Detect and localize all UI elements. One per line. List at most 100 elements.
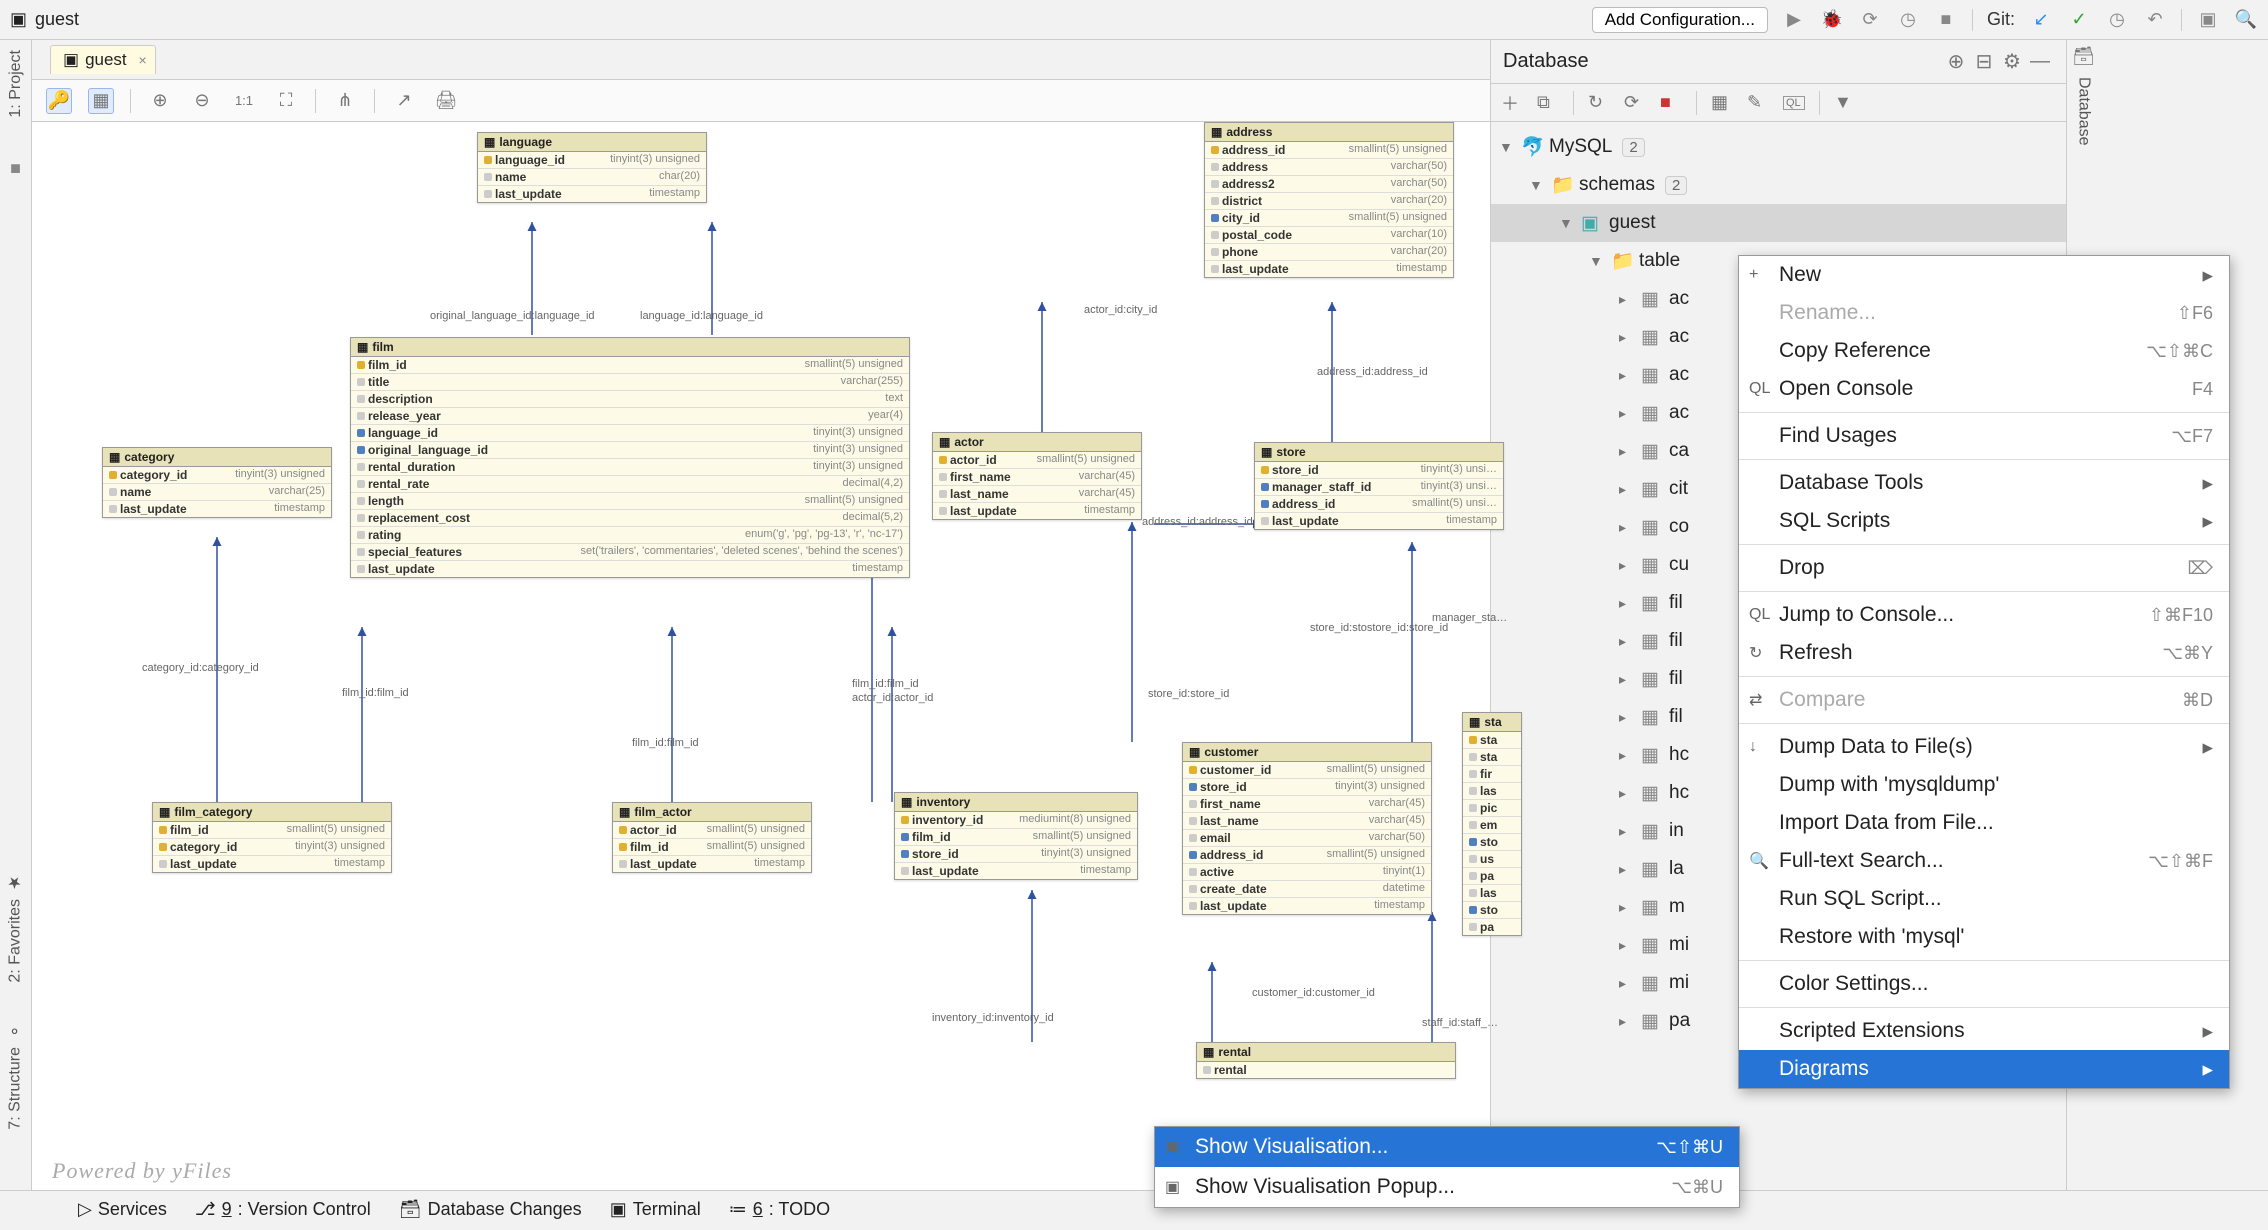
sync-icon[interactable]: ⟳ [1624,92,1646,113]
bottom--version-control[interactable]: ⎇ 9: Version Control [195,1199,371,1220]
menu-find-usages[interactable]: Find Usages⌥F7 [1739,417,2229,455]
add-configuration-button[interactable]: Add Configuration... [1592,7,1768,33]
zoom-in-icon[interactable]: ⊕ [147,88,173,114]
gear-icon[interactable]: ⚙ [1998,49,2026,74]
table-language[interactable]: ▦ languagelanguage_idtinyint(3) unsigned… [477,132,707,203]
submenu-show-visualisation-[interactable]: ▣Show Visualisation...⌥⇧⌘U [1155,1127,1739,1167]
rel-label: film_id:film_id [632,737,699,749]
zoom-actual-icon[interactable]: 1:1 [231,88,257,114]
menu-run-sql-script-[interactable]: Run SQL Script... [1739,880,2229,918]
tree-row[interactable]: ▼📁schemas2 [1491,166,2066,204]
table-inventory[interactable]: ▦ inventoryinventory_idmediumint(8) unsi… [894,792,1138,880]
menu-drop[interactable]: Drop⌦ [1739,549,2229,587]
editor-area: ▣ guest × 🔑 ▦ ⊕ ⊖ 1:1 ⛶ ⋔ ↗ 🖨 [32,40,1490,1190]
bottom-services[interactable]: ▷ Services [78,1199,167,1220]
rel-label: film_id:film_id [852,678,919,690]
menu-color-settings-[interactable]: Color Settings... [1739,965,2229,1003]
profile-icon[interactable]: ◷ [1896,8,1920,32]
table-rental[interactable]: ▦ rentalrental [1196,1042,1456,1079]
table-film_category[interactable]: ▦ film_categoryfilm_idsmallint(5) unsign… [152,802,392,873]
search-everywhere-icon[interactable]: 🔍 [2234,8,2258,32]
menu-dump-data-to-file-s-[interactable]: ↓Dump Data to File(s)▸ [1739,728,2229,766]
table-category[interactable]: ▦ categorycategory_idtinyint(3) unsigned… [102,447,332,518]
stop-icon[interactable]: ■ [1934,8,1958,32]
rel-label: original_language_id:language_id [430,310,595,322]
duplicate-icon[interactable]: ⧉ [1537,92,1559,113]
add-icon[interactable]: ＋ [1501,90,1523,116]
key-columns-icon[interactable]: 🔑 [46,88,72,114]
file-tab-guest[interactable]: ▣ guest × [50,45,156,74]
menu-full-text-search-[interactable]: 🔍Full-text Search...⌥⇧⌘F [1739,842,2229,880]
context-menu[interactable]: +New▸Rename...⇧F6Copy Reference⌥⇧⌘CQLOpe… [1738,255,2230,1089]
coverage-icon[interactable]: ⟳ [1858,8,1882,32]
rel-label: actor_id:actor_id [852,692,933,704]
commit-icon[interactable]: ✓ [2067,8,2091,32]
menu-sql-scripts[interactable]: SQL Scripts▸ [1739,502,2229,540]
table-store[interactable]: ▦ storestore_idtinyint(3) unsi…manager_s… [1254,442,1504,530]
menu-rename-: Rename...⇧F6 [1739,294,2229,332]
layout-icon[interactable]: ⋔ [332,88,358,114]
rel-label: store_id:store_id [1148,688,1229,700]
editor-toolbar: 🔑 ▦ ⊕ ⊖ 1:1 ⛶ ⋔ ↗ 🖨 [32,80,1490,122]
table-view-icon[interactable]: ▦ [1711,92,1733,113]
minimize-icon[interactable]: — [2026,50,2054,73]
history-icon[interactable]: ◷ [2105,8,2129,32]
menu-restore-with-mysql-[interactable]: Restore with 'mysql' [1739,918,2229,956]
bottom--todo[interactable]: ≔ 6: TODO [729,1199,830,1220]
table-film_actor[interactable]: ▦ film_actoractor_idsmallint(5) unsigned… [612,802,812,873]
run-icon[interactable]: ▶ [1782,8,1806,32]
update-project-icon[interactable]: ↙ [2029,8,2053,32]
debug-icon[interactable]: 🐞 [1820,8,1844,32]
rel-label: address_id:address_id [1142,516,1253,528]
menu-copy-reference[interactable]: Copy Reference⌥⇧⌘C [1739,332,2229,370]
tree-row[interactable]: ▼🐬MySQL2 [1491,128,2066,166]
zoom-out-icon[interactable]: ⊖ [189,88,215,114]
console-icon[interactable]: QL [1783,96,1805,110]
menu-jump-to-console-[interactable]: QLJump to Console...⇧⌘F10 [1739,596,2229,634]
bottom-terminal[interactable]: ▣ Terminal [610,1199,701,1220]
database-tool-label[interactable]: Database [2075,77,2093,146]
folder-icon: ■ [10,158,21,179]
diagram-icon: ▣ [10,9,27,30]
edit-icon[interactable]: ✎ [1747,92,1769,113]
database-toolwindow-icon[interactable]: 🗃 [2072,46,2095,67]
stop-icon[interactable]: ■ [1660,92,1682,113]
menu-import-data-from-file-[interactable]: Import Data from File... [1739,804,2229,842]
all-columns-icon[interactable]: ▦ [88,88,114,114]
structure-tool[interactable]: 7: Structure ⚬ [6,1022,25,1130]
table-film[interactable]: ▦ filmfilm_idsmallint(5) unsignedtitleva… [350,337,910,578]
diagrams-submenu[interactable]: ▣Show Visualisation...⌥⇧⌘U▣Show Visualis… [1154,1126,1740,1208]
fit-content-icon[interactable]: ⛶ [273,88,299,114]
rel-label: film_id:film_id [342,687,409,699]
menu-database-tools[interactable]: Database Tools▸ [1739,464,2229,502]
menu-dump-with-mysqldump-[interactable]: Dump with 'mysqldump' [1739,766,2229,804]
rel-label: customer_id:customer_id [1252,987,1375,999]
tree-row[interactable]: ▼▣guest [1491,204,2066,242]
diagram-canvas[interactable]: original_language_id:language_id languag… [32,122,1490,1190]
menu-compare: ⇄Compare⌘D [1739,681,2229,719]
rollback-icon[interactable]: ↶ [2143,8,2167,32]
project-tool[interactable]: 1: Project [7,50,25,118]
table-customer[interactable]: ▦ customercustomer_idsmallint(5) unsigne… [1182,742,1432,915]
target-icon[interactable]: ⊕ [1942,49,1970,74]
close-icon[interactable]: × [138,52,146,68]
diagram-tab-icon: ▣ [63,50,79,70]
filter-icon[interactable]: ▼ [1834,92,1856,113]
refresh-icon[interactable]: ↻ [1588,92,1610,113]
menu-open-console[interactable]: QLOpen ConsoleF4 [1739,370,2229,408]
table-address[interactable]: ▦ addressaddress_idsmallint(5) unsigneda… [1204,122,1454,278]
bottom-database-changes[interactable]: 🗃 Database Changes [399,1199,582,1220]
collapse-icon[interactable]: ⊟ [1970,49,1998,74]
table-actor[interactable]: ▦ actoractor_idsmallint(5) unsignedfirst… [932,432,1142,520]
submenu-show-visualisation-popup-[interactable]: ▣Show Visualisation Popup...⌥⌘U [1155,1167,1739,1207]
menu-new[interactable]: +New▸ [1739,256,2229,294]
menu-diagrams[interactable]: Diagrams▸ [1739,1050,2229,1088]
ide-settings-icon[interactable]: ▣ [2196,8,2220,32]
database-panel-header: Database ⊕ ⊟ ⚙ — [1491,40,2066,84]
menu-refresh[interactable]: ↻Refresh⌥⌘Y [1739,634,2229,672]
rel-label: store_id:stostore_id:store_id [1310,622,1448,634]
print-icon[interactable]: 🖨 [433,88,459,114]
favorites-tool[interactable]: 2: Favorites ★ [6,874,25,983]
export-icon[interactable]: ↗ [391,88,417,114]
menu-scripted-extensions[interactable]: Scripted Extensions▸ [1739,1012,2229,1050]
